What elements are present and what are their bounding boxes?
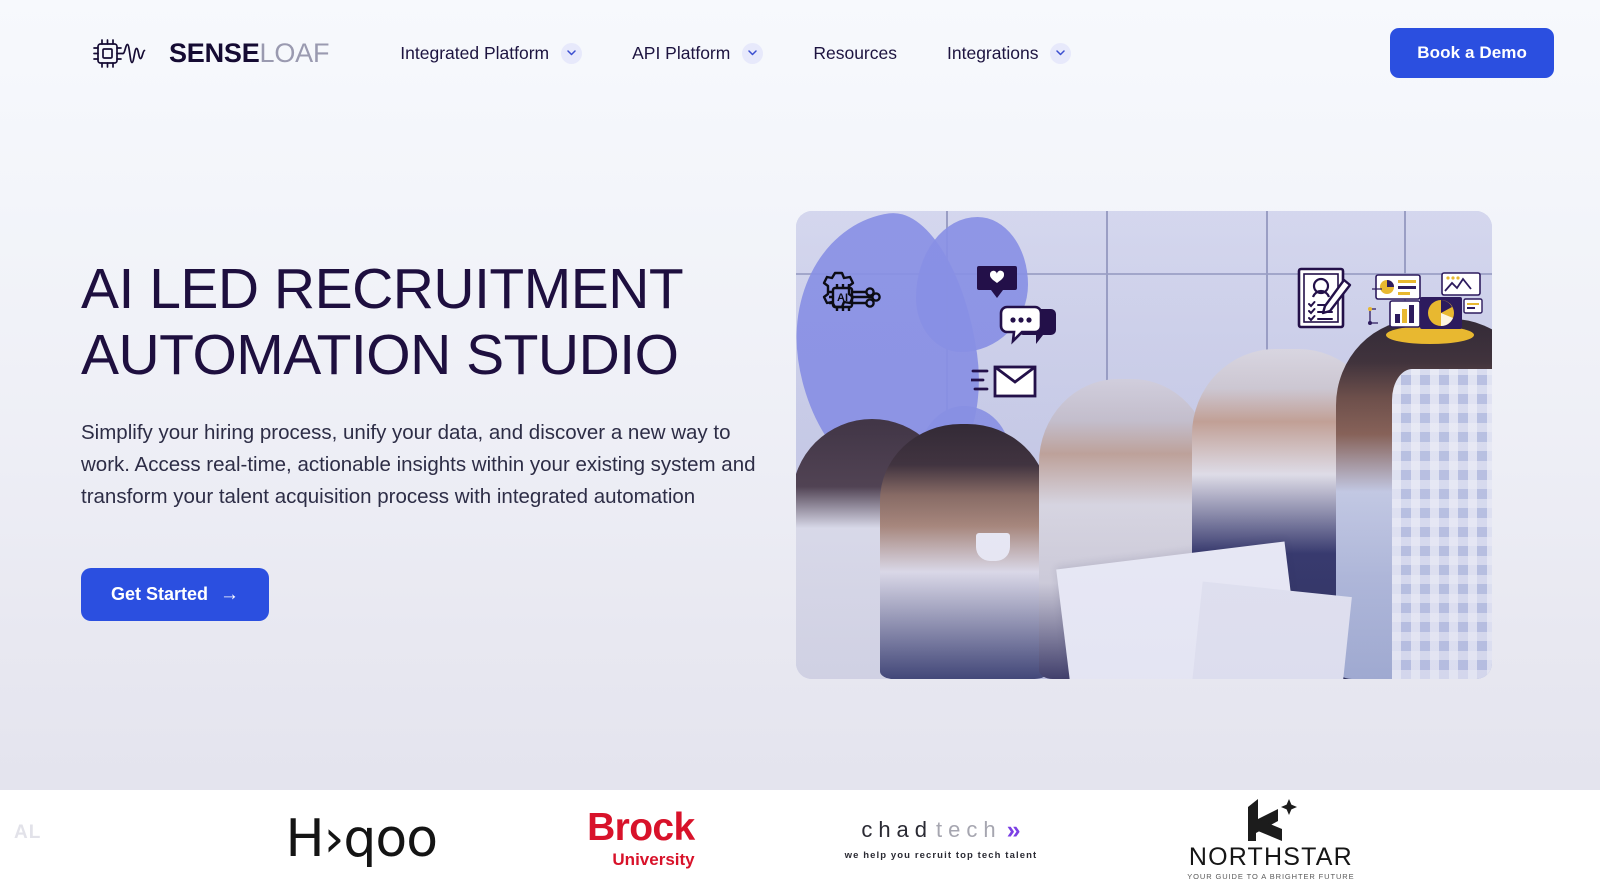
chadtech-logo: chad tech » (861, 817, 1020, 843)
resume-checklist-icon (1297, 267, 1352, 329)
hero-section: AI LED RECRUITMENT AUTOMATION STUDIO Sim… (0, 106, 1600, 790)
person-figure (880, 424, 1048, 679)
chevron-down-icon[interactable] (742, 42, 764, 64)
nav-label: Resources (813, 42, 897, 63)
hyqoo-logo: H›qoo (285, 809, 439, 869)
hero-copy: AI LED RECRUITMENT AUTOMATION STUDIO Sim… (0, 106, 796, 790)
landing-page: SENSELOAF Integrated Platform API Platfo… (0, 0, 1600, 888)
brock-logo-text: Brock (587, 806, 695, 849)
coffee-cup (976, 533, 1010, 561)
client-logo-northstar[interactable]: NORTHSTAR YOUR GUIDE TO A BRIGHTER FUTUR… (1187, 797, 1354, 881)
site-header: SENSELOAF Integrated Platform API Platfo… (0, 0, 1600, 106)
brand-name-light: LOAF (259, 37, 330, 68)
hero-title-line-2: AUTOMATION STUDIO (81, 323, 679, 387)
chip-waveform-icon (93, 39, 146, 68)
nav-item-api-platform[interactable]: API Platform (607, 35, 788, 72)
nav-label: API Platform (632, 42, 731, 63)
get-started-button[interactable]: Get Started → (81, 568, 270, 621)
client-logo-chadtech[interactable]: chad tech » we help you recruit top tech… (845, 817, 1038, 861)
hyqoo-logo-text: H›qoo (285, 809, 439, 869)
nav-label: Integrations (947, 42, 1039, 63)
hero-media: AI (796, 106, 1600, 790)
double-chevron-icon: » (1006, 815, 1021, 844)
hero-title-line-1: AI LED RECRUITMENT (81, 257, 684, 321)
chadtech-logo-light: tech (936, 817, 1002, 842)
watermark-text: AL (14, 822, 42, 843)
hero-image: AI (796, 211, 1492, 679)
analytics-dashboard-icon (1368, 272, 1483, 344)
chevron-down-icon[interactable] (1050, 42, 1072, 64)
brand-name: SENSELOAF (169, 37, 330, 68)
chadtech-logo-dark: chad (861, 817, 934, 842)
svg-text:AI: AI (837, 292, 848, 304)
page-title: AI LED RECRUITMENT AUTOMATION STUDIO (81, 256, 721, 388)
northstar-logo-text: NORTHSTAR (1188, 843, 1353, 871)
northstar-n-star-icon (1247, 799, 1297, 841)
brand-logo[interactable]: SENSELOAF (92, 36, 329, 70)
northstar-tagline: YOUR GUIDE TO A BRIGHTER FUTURE (1187, 872, 1355, 881)
nav-item-integrations[interactable]: Integrations (922, 35, 1096, 72)
nav-item-integrated-platform[interactable]: Integrated Platform (375, 35, 607, 72)
chat-bubbles-icon (999, 305, 1056, 345)
brand-name-bold: SENSE (169, 37, 260, 68)
nav-item-resources[interactable]: Resources (788, 35, 922, 72)
hero-subtitle: Simplify your hiring process, unify your… (81, 421, 756, 508)
plaid-shirt (1392, 369, 1492, 679)
get-started-label: Get Started (111, 584, 209, 604)
client-logo-strip: H›qoo Brock University chad tech » we he… (0, 790, 1600, 888)
book-a-demo-button[interactable]: Book a Demo (1390, 28, 1554, 78)
chadtech-tagline: we help you recruit top tech talent (844, 850, 1038, 861)
brock-logo-subtext: University (612, 850, 695, 869)
arrow-right-icon: → (220, 584, 240, 605)
envelope-send-icon (971, 365, 1037, 398)
paper-sheet (1190, 581, 1352, 679)
main-navigation: Integrated Platform API Platform Resourc… (375, 35, 1096, 72)
client-logo-brock[interactable]: Brock University (587, 808, 695, 870)
heart-badge-icon (977, 266, 1017, 298)
chevron-down-icon[interactable] (561, 42, 583, 64)
nav-label: Integrated Platform (400, 42, 550, 63)
client-logo-hyqoo[interactable]: H›qoo (285, 809, 439, 869)
ai-gear-chip-icon: AI (822, 271, 881, 311)
